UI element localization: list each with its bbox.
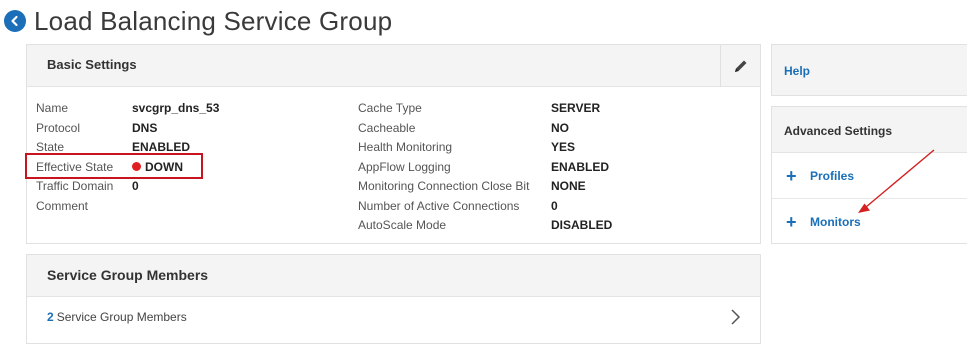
field-value: svcgrp_dns_53: [132, 101, 220, 115]
field-name: Name svcgrp_dns_53: [36, 99, 219, 119]
field-value: NO: [551, 120, 569, 135]
field-label: AppFlow Logging: [358, 159, 451, 174]
field-comment: Comment: [36, 197, 219, 217]
field-label: Cacheable: [358, 120, 416, 135]
field-label: Name: [36, 101, 69, 115]
plus-icon: +: [786, 165, 797, 186]
field-active-connections: Number of Active Connections 0: [358, 197, 612, 217]
plus-icon: +: [786, 212, 797, 232]
monitors-label: Monitors: [810, 215, 861, 229]
field-traffic-domain: Traffic Domain 0: [36, 177, 219, 197]
advanced-settings-title: Advanced Settings: [784, 124, 893, 138]
field-value: SERVER: [551, 101, 601, 115]
advanced-settings-header: Advanced Settings: [772, 107, 967, 153]
field-health-monitoring: Health Monitoring YES: [358, 138, 612, 158]
field-cache-type: Cache Type SERVER: [358, 99, 612, 119]
help-panel[interactable]: Help: [771, 44, 967, 96]
field-label: AutoScale Mode: [358, 218, 447, 232]
back-arrow-icon[interactable]: [4, 10, 26, 32]
field-label: Health Monitoring: [358, 140, 453, 154]
field-value: 0: [132, 179, 139, 193]
field-autoscale-mode: AutoScale Mode DISABLED: [358, 216, 612, 236]
field-cacheable: Cacheable NO: [358, 119, 612, 139]
add-monitors-button[interactable]: + Monitors: [772, 199, 967, 245]
field-value: NONE: [551, 179, 586, 193]
basic-settings-title: Basic Settings: [47, 57, 137, 72]
chevron-right-icon[interactable]: [728, 307, 742, 327]
page-title: Load Balancing Service Group: [34, 5, 393, 36]
basic-settings-header: Basic Settings: [27, 45, 760, 87]
field-protocol: Protocol DNS: [36, 119, 219, 139]
field-value: DISABLED: [551, 218, 613, 232]
members-count: 2: [47, 310, 54, 324]
add-profiles-button[interactable]: + Profiles: [772, 153, 967, 199]
advanced-settings-panel: Advanced Settings + Profiles + Monitors: [771, 106, 967, 244]
field-value: DNS: [132, 120, 158, 135]
service-group-members-panel: Service Group Members 2 Service Group Mem…: [26, 254, 761, 344]
pencil-icon: [734, 60, 746, 72]
field-label: Comment: [36, 198, 89, 213]
service-group-members-title: Service Group Members: [47, 267, 209, 283]
effective-state-highlight-box: [25, 153, 203, 179]
field-monitoring-connection-close-bit: Monitoring Connection Close Bit NONE: [358, 177, 612, 197]
field-value: 0: [551, 198, 558, 213]
service-group-members-header: Service Group Members: [27, 255, 760, 297]
field-label: Traffic Domain: [36, 179, 114, 193]
service-group-members-link[interactable]: 2 Service Group Members: [47, 310, 187, 324]
field-value: YES: [551, 140, 576, 154]
field-label: Monitoring Connection Close Bit: [358, 179, 530, 193]
members-link-label: Service Group Members: [56, 310, 187, 324]
help-link[interactable]: Help: [784, 64, 810, 78]
basic-settings-right-fields: Cache Type SERVER Cacheable NO Health Mo…: [358, 99, 612, 236]
field-label: Cache Type: [358, 101, 422, 115]
profiles-label: Profiles: [810, 168, 855, 183]
field-label: Number of Active Connections: [358, 198, 520, 213]
field-value: ENABLED: [551, 159, 610, 174]
page-header: Load Balancing Service Group: [4, 4, 392, 38]
edit-button[interactable]: [720, 45, 760, 87]
field-appflow-logging: AppFlow Logging ENABLED: [358, 158, 612, 178]
field-label: Protocol: [36, 120, 81, 135]
